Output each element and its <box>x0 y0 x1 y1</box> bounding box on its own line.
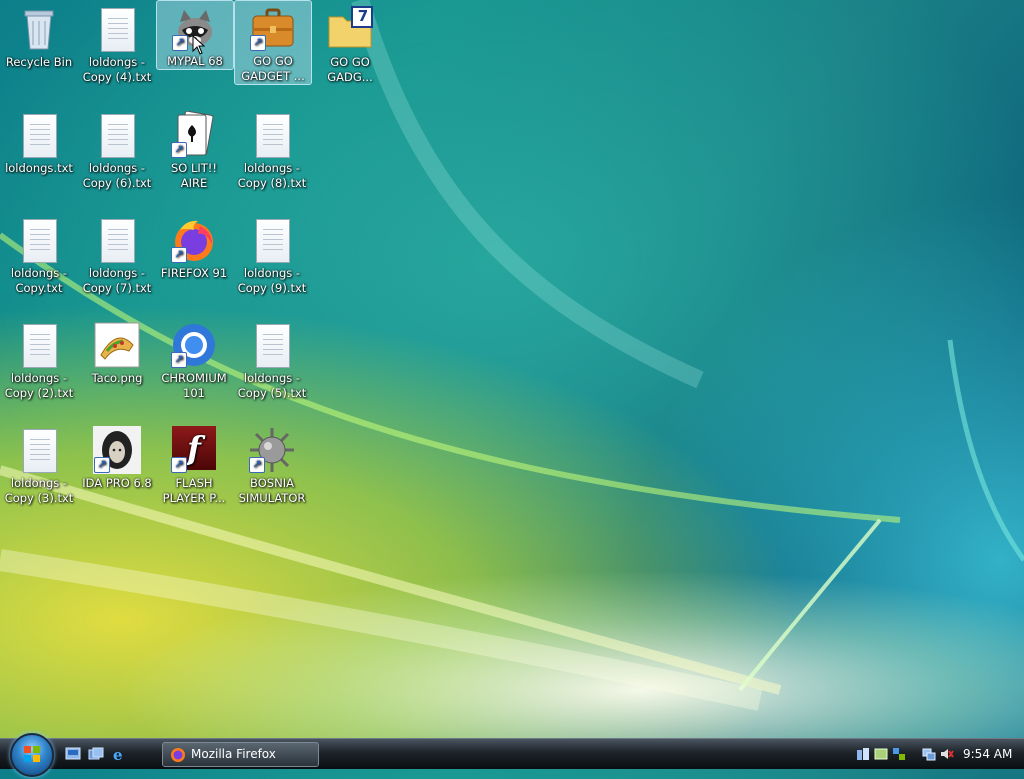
desktop-icon-loldongs-copy-4[interactable]: loldongs - Copy (4).txt <box>79 2 155 85</box>
text-file-icon <box>15 216 63 264</box>
chromium-icon: ↗ <box>170 321 218 369</box>
text-file-icon <box>93 5 141 53</box>
desktop-icon-recycle-bin[interactable]: Recycle Bin <box>1 2 77 70</box>
desktop-icon-label: CHROMIUM 101 <box>161 371 227 400</box>
shortcut-arrow-icon: ↗ <box>94 457 110 473</box>
desktop-icon-label: loldongs - Copy (3).txt <box>4 476 74 505</box>
desktop-icon-label: loldongs - Copy (9).txt <box>237 266 307 295</box>
desktop-icon-firefox[interactable]: ↗ FIREFOX 91 <box>156 213 232 281</box>
recycle-bin-icon <box>15 5 63 53</box>
windows-logo-icon <box>24 746 40 762</box>
mouse-cursor-icon <box>192 35 206 55</box>
desktop-icon-label: loldongs - Copy (4).txt <box>82 55 152 84</box>
desktop-icon-label: SO LIT!! AIRE <box>170 161 218 190</box>
firefox-icon: ↗ <box>170 216 218 264</box>
desktop-icon-flash-player[interactable]: f ↗ FLASH PLAYER P... <box>156 423 232 506</box>
desktop-icon-label: GO GO GADG... <box>327 55 373 84</box>
tray-app-icon[interactable] <box>856 747 870 761</box>
show-desktop-icon[interactable] <box>65 747 81 761</box>
text-file-icon <box>248 111 296 159</box>
desktop-icon-loldongs-copy-7[interactable]: loldongs - Copy (7).txt <box>79 213 155 296</box>
text-file-icon <box>15 111 63 159</box>
desktop-icon-loldongs-txt[interactable]: loldongs.txt <box>1 108 77 176</box>
desktop-icon-loldongs-copy-8[interactable]: loldongs - Copy (8).txt <box>234 108 310 191</box>
desktop-icon-loldongs-copy-6[interactable]: loldongs - Copy (6).txt <box>79 108 155 191</box>
start-button[interactable] <box>10 733 54 777</box>
folder-icon: 7 <box>326 5 374 53</box>
desktop-icon-label: loldongs - Copy (2).txt <box>4 371 74 400</box>
ida-pro-icon: ↗ <box>93 426 141 474</box>
network-icon[interactable] <box>922 747 936 761</box>
desktop-icon-ida-pro[interactable]: ↗ IDA PRO 6.8 <box>79 423 155 491</box>
desktop-icon-loldongs-copy-txt[interactable]: loldongs - Copy.txt <box>1 213 77 296</box>
desktop-icon-loldongs-copy-9[interactable]: loldongs - Copy (9).txt <box>234 213 310 296</box>
desktop-icon-label: FLASH PLAYER P... <box>162 476 226 505</box>
desktop-icon-chromium[interactable]: ↗ CHROMIUM 101 <box>156 318 232 401</box>
desktop-icon-label: loldongs - Copy (6).txt <box>82 161 152 190</box>
shortcut-arrow-icon: ↗ <box>171 247 187 263</box>
shortcut-arrow-icon: ↗ <box>171 142 187 158</box>
flash-player-icon: f ↗ <box>170 426 218 474</box>
svg-text:e: e <box>113 747 123 761</box>
desktop-icon-label: loldongs.txt <box>5 161 73 175</box>
desktop-icon-taco-png[interactable]: Taco.png <box>79 318 155 386</box>
desktop-icon-loldongs-copy-3[interactable]: loldongs - Copy (3).txt <box>1 423 77 506</box>
gadget-badge: 7 <box>357 7 369 25</box>
text-file-icon <box>93 111 141 159</box>
desktop-icon-loldongs-copy-2[interactable]: loldongs - Copy (2).txt <box>1 318 77 401</box>
taskbar-clock[interactable]: 9:54 AM <box>963 739 1012 769</box>
internet-explorer-icon[interactable]: e <box>111 747 127 761</box>
desktop-icon-label: Taco.png <box>91 371 143 385</box>
taskbar-button-label: Mozilla Firefox <box>191 747 276 761</box>
desktop-icon-go-go-gadget-2[interactable]: 7 GO GO GADG... <box>312 2 388 85</box>
desktop-icon-label: BOSNIA SIMULATOR <box>238 476 306 505</box>
text-file-icon <box>248 321 296 369</box>
shortcut-arrow-icon: ↗ <box>172 35 188 51</box>
desktop-icon-label: MYPAL 68 <box>167 54 223 68</box>
desktop-icon-label: loldongs - Copy (8).txt <box>237 161 307 190</box>
shortcut-arrow-icon: ↗ <box>249 457 265 473</box>
shortcut-arrow-icon: ↗ <box>171 457 187 473</box>
desktop-icon-label: loldongs - Copy.txt <box>10 266 68 295</box>
text-file-icon <box>93 216 141 264</box>
text-file-icon <box>248 216 296 264</box>
tray-app-icon[interactable] <box>892 747 906 761</box>
desktop-icon-label: Recycle Bin <box>5 55 73 69</box>
text-file-icon <box>15 321 63 369</box>
taskbar: e Mozilla Firefox 9:54 AM <box>0 733 1024 777</box>
system-tray: 9:54 AM <box>852 739 1024 769</box>
briefcase-icon: ↗ <box>249 4 297 52</box>
desktop-icon-label: GO GO GADGET ... <box>241 54 305 83</box>
volume-muted-icon[interactable] <box>940 747 954 761</box>
shortcut-arrow-icon: ↗ <box>171 352 187 368</box>
desktop-icon-bosnia-simulator[interactable]: ↗ BOSNIA SIMULATOR <box>234 423 310 506</box>
playing-card-icon: ↗ <box>170 110 218 159</box>
desktop-icon-label: FIREFOX 91 <box>160 266 228 280</box>
shortcut-arrow-icon: ↗ <box>250 35 266 51</box>
switch-windows-icon[interactable] <box>88 747 104 761</box>
spiked-mine-icon: ↗ <box>248 426 296 474</box>
taco-image-icon <box>93 321 141 369</box>
desktop-icon-loldongs-copy-5[interactable]: loldongs - Copy (5).txt <box>234 318 310 401</box>
desktop-icon-solitaire[interactable]: ↗ SO LIT!! AIRE <box>156 108 232 191</box>
taskbar-button-mozilla-firefox[interactable]: Mozilla Firefox <box>162 742 319 767</box>
tray-app-icon[interactable] <box>874 747 888 761</box>
text-file-icon <box>15 426 63 474</box>
desktop-icon-label: loldongs - Copy (5).txt <box>237 371 307 400</box>
desktop-icon-label: loldongs - Copy (7).txt <box>82 266 152 295</box>
firefox-icon <box>171 748 185 762</box>
desktop-icon-label: IDA PRO 6.8 <box>82 476 152 490</box>
desktop-icon-go-go-gadget-1[interactable]: ↗ GO GO GADGET ... <box>234 0 312 85</box>
